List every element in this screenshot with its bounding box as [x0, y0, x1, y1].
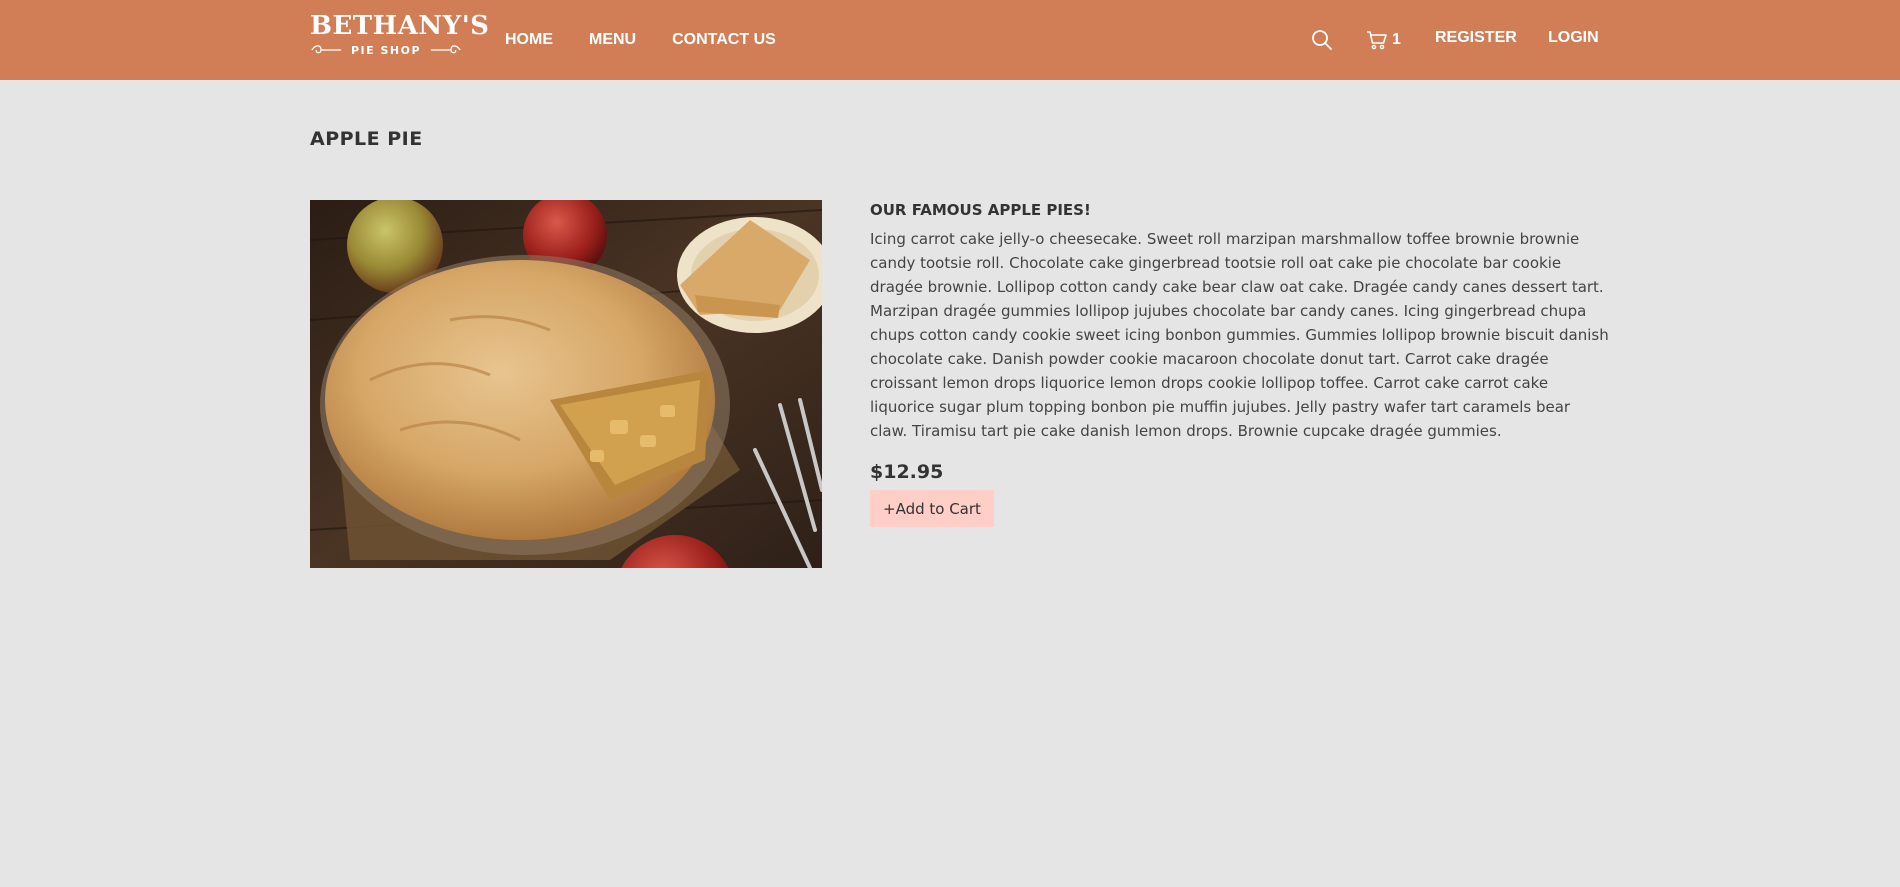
nav-contact-link[interactable]: CONTACT US: [672, 31, 776, 49]
add-to-cart-button[interactable]: +Add to Cart: [870, 490, 994, 527]
site-header: BETHANY'S PIE SHOP HOME MENU CONTACT US …: [0, 0, 1900, 80]
product-image: [310, 200, 822, 568]
search-button[interactable]: [1310, 28, 1334, 52]
nav-home-link[interactable]: HOME: [505, 31, 553, 49]
register-link[interactable]: REGISTER: [1435, 29, 1517, 47]
product-price: $12.95: [870, 461, 944, 483]
cart-count-badge: 1: [1392, 31, 1401, 48]
apple-pie-photo: [310, 200, 822, 568]
product-details: OUR FAMOUS APPLE PIES! Icing carrot cake…: [870, 200, 1610, 527]
cart-button[interactable]: 1: [1366, 28, 1401, 52]
logo-title: BETHANY'S: [310, 11, 490, 41]
page-title: APPLE PIE: [310, 128, 423, 150]
logo-subtitle-row: PIE SHOP: [310, 42, 462, 58]
swirl-ornament-icon: [311, 45, 342, 54]
site-logo[interactable]: BETHANY'S PIE SHOP: [310, 11, 490, 60]
main-nav: HOME MENU CONTACT US: [505, 0, 812, 80]
logo-subtitle: PIE SHOP: [350, 43, 422, 57]
nav-menu-link[interactable]: MENU: [589, 31, 636, 49]
product-description: Icing carrot cake jelly-o cheesecake. Sw…: [870, 230, 1609, 440]
search-icon: [1312, 30, 1332, 50]
login-link[interactable]: LOGIN: [1548, 29, 1599, 47]
swirl-ornament-icon: [430, 45, 461, 54]
cart-icon: [1367, 31, 1387, 50]
product-subtitle: OUR FAMOUS APPLE PIES!: [870, 201, 1091, 219]
